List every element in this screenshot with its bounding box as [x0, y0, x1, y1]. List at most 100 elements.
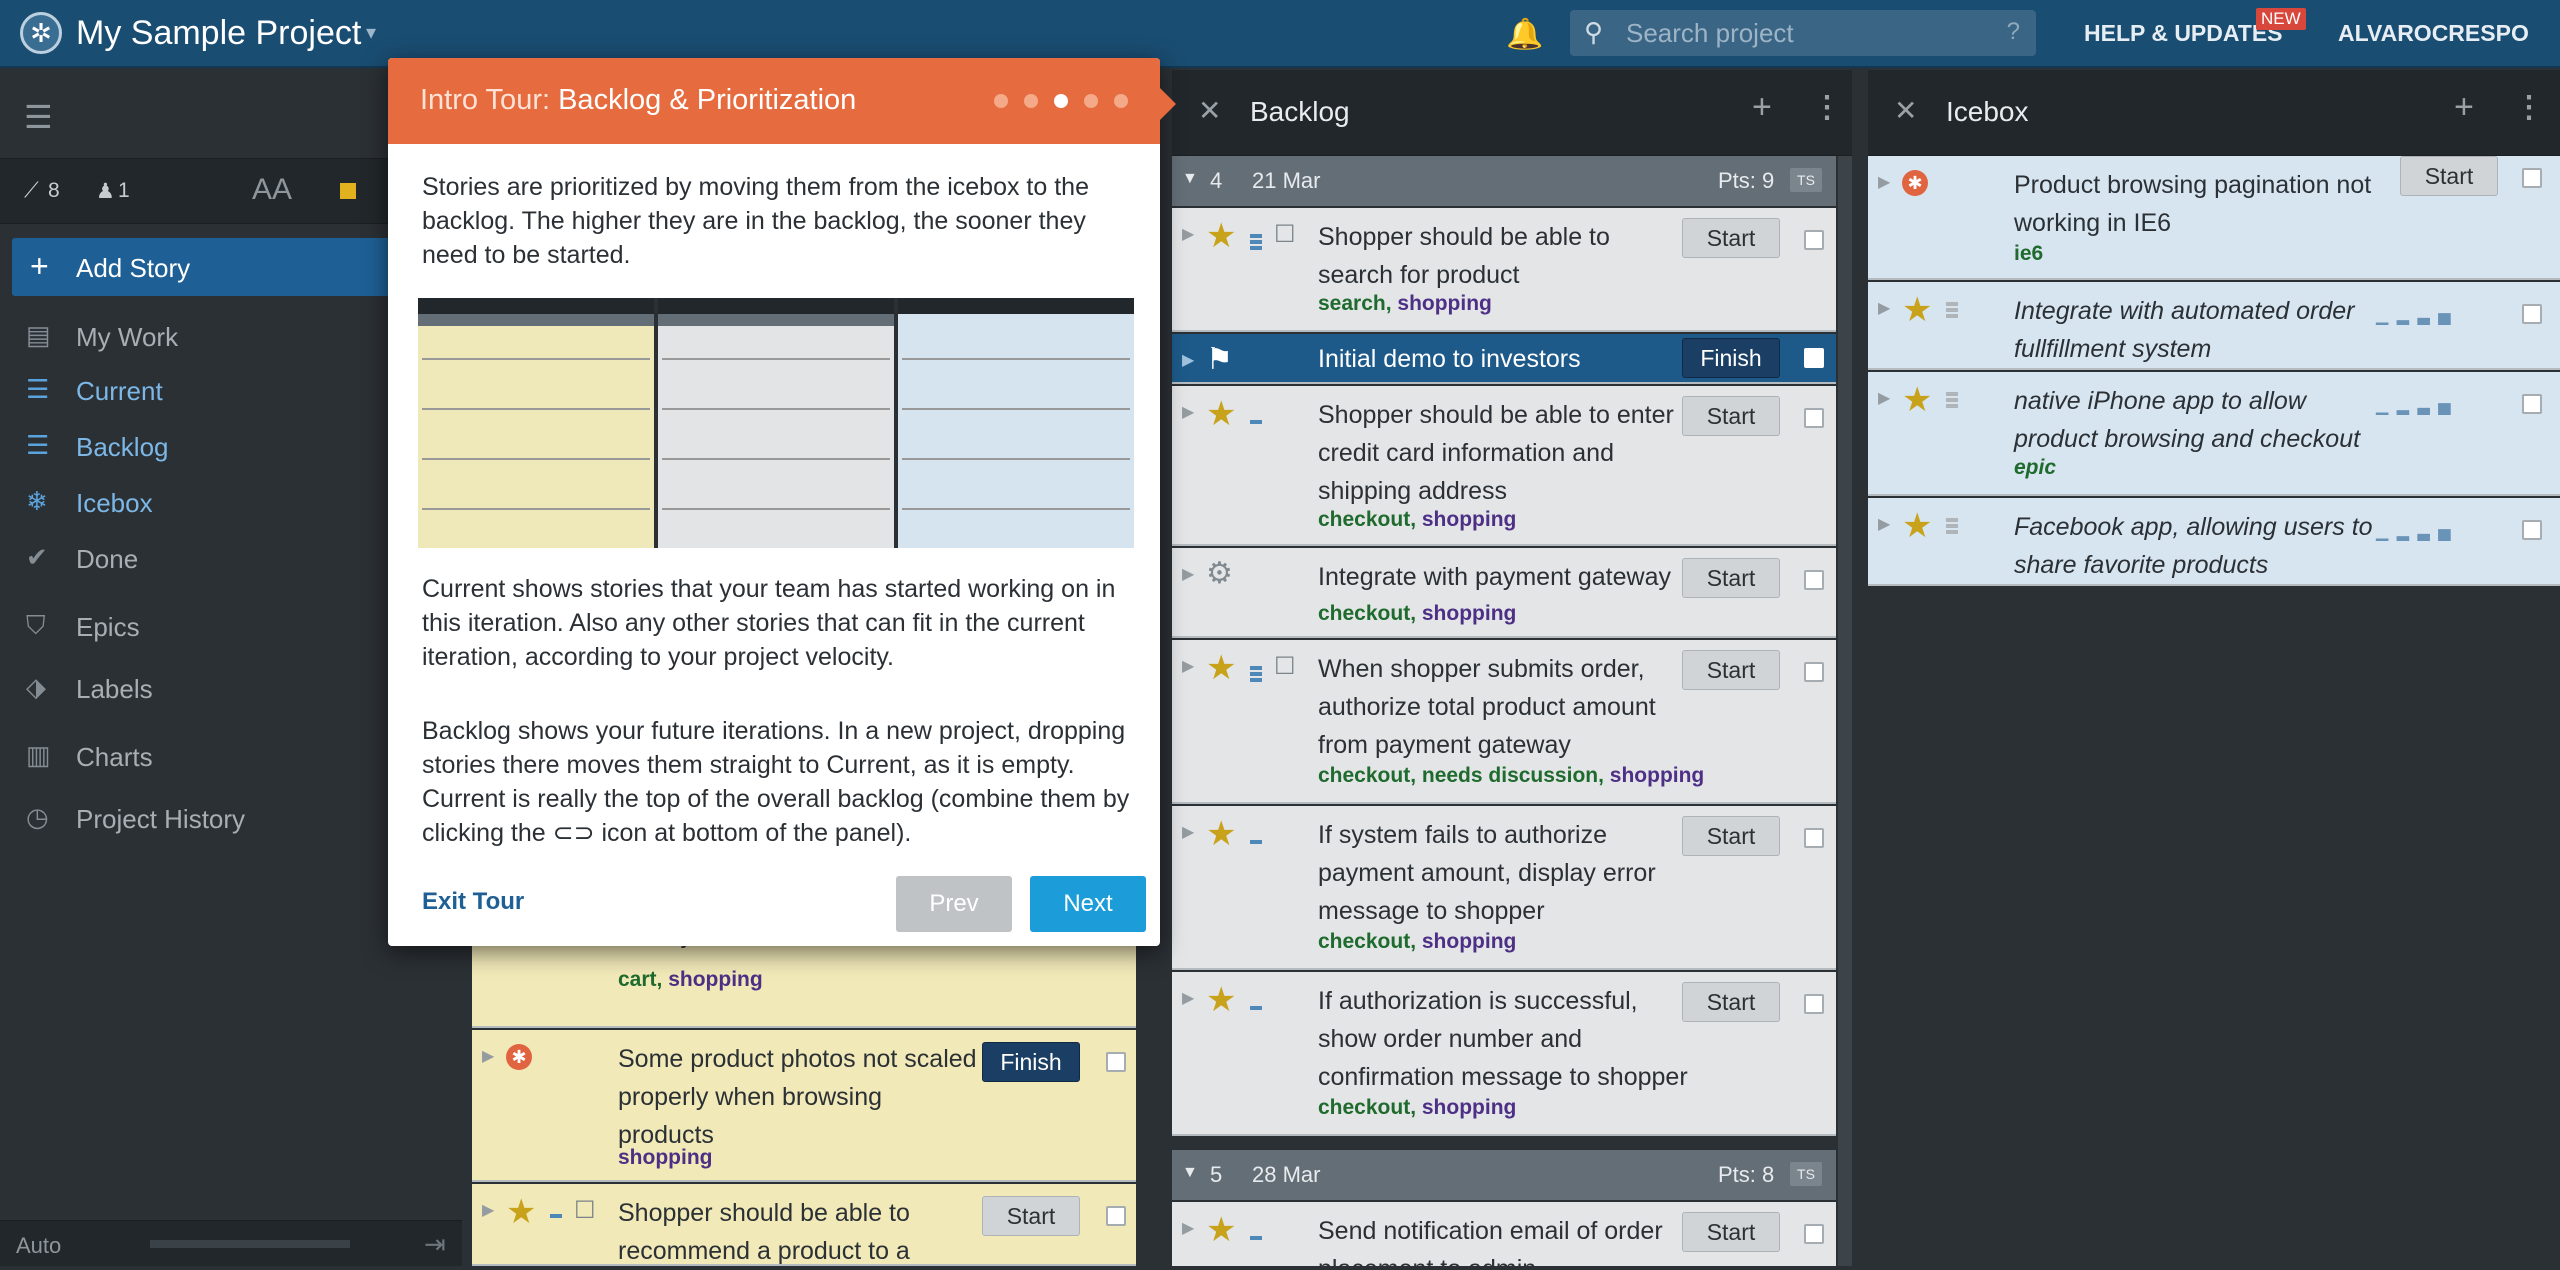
search-box[interactable]: ⚲ ? [1570, 10, 2036, 56]
finish-button[interactable]: Finish [982, 1042, 1080, 1082]
story-checkbox[interactable] [1804, 828, 1824, 848]
story-checkbox[interactable] [1804, 1224, 1824, 1244]
label-tag[interactable]: shopping [1422, 602, 1516, 625]
story-checkbox[interactable] [2522, 394, 2542, 414]
close-icon[interactable]: ✕ [1198, 94, 1221, 127]
label-tag[interactable]: checkout [1318, 602, 1410, 625]
story-card-active[interactable]: ▶ ⚑ Initial demo to investors Finish [1172, 334, 1836, 384]
label-tag[interactable]: checkout [1318, 1096, 1410, 1119]
finish-button[interactable]: Finish [1682, 338, 1780, 378]
exit-tour-link[interactable]: Exit Tour [422, 888, 524, 916]
help-updates-link[interactable]: HELP & UPDATES [2084, 20, 2283, 47]
story-card[interactable]: ▶ ★ If authorization is successful, show… [1172, 972, 1836, 1136]
expand-icon[interactable]: ▶ [482, 1046, 494, 1066]
more-options-icon[interactable]: ⋮ [1812, 90, 1842, 125]
label-tag[interactable]: shopping [668, 968, 762, 991]
start-button[interactable]: Start [1682, 396, 1780, 436]
tour-step-dot-active[interactable] [1054, 94, 1068, 108]
start-button[interactable]: Start [1682, 218, 1780, 258]
more-options-icon[interactable]: ⋮ [2514, 90, 2544, 125]
story-card[interactable]: ▶ ⚙ Integrate with payment gateway check… [1172, 548, 1836, 638]
label-tag[interactable]: checkout [1318, 930, 1410, 953]
label-tag[interactable]: shopping [1397, 292, 1491, 315]
color-square-icon[interactable] [340, 183, 356, 199]
label-tag[interactable]: shopping [1422, 1096, 1516, 1119]
chevron-down-icon[interactable]: ▾ [366, 20, 376, 45]
estimate-points-icon[interactable]: ▁ ▂ ▃ ▅ [2376, 396, 2453, 416]
zoom-slider[interactable] [150, 1240, 350, 1248]
collapse-icon[interactable]: ▼ [1182, 170, 1198, 188]
story-card[interactable]: ▶ ★ native iPhone app to allow product b… [1868, 372, 2560, 496]
story-card[interactable]: ▶ ★ Facebook app, allowing users to shar… [1868, 498, 2560, 586]
label-tag[interactable]: shopping [1422, 508, 1516, 531]
story-card[interactable]: ▶ ★ ☐ When shopper submits order, author… [1172, 640, 1836, 804]
expand-icon[interactable]: ▶ [482, 1200, 494, 1220]
tour-step-dot[interactable] [1024, 94, 1038, 108]
search-help-icon[interactable]: ? [2007, 18, 2020, 46]
story-checkbox[interactable] [1804, 662, 1824, 682]
label-tag[interactable]: ie6 [2014, 242, 2043, 265]
story-card[interactable]: ▶ ★ ☐ Shopper should be able to recommen… [472, 1184, 1136, 1266]
expand-icon[interactable]: ▶ [1182, 402, 1194, 422]
expand-icon[interactable]: ▶ [1182, 1218, 1194, 1238]
expand-icon[interactable]: ▶ [1182, 988, 1194, 1008]
tour-step-dot[interactable] [1084, 94, 1098, 108]
iteration-header[interactable]: ▼ 5 28 Mar Pts: 8 TS [1172, 1150, 1836, 1200]
add-icon[interactable]: + [1752, 88, 1772, 127]
user-menu[interactable]: ALVAROCRESPO [2338, 20, 2529, 47]
add-icon[interactable]: + [2454, 88, 2474, 127]
label-tag[interactable]: cart [618, 968, 657, 991]
backlog-scrollbar[interactable] [1838, 156, 1852, 1266]
collapse-icon[interactable]: ▼ [1182, 1164, 1198, 1182]
team-strength-button[interactable]: TS [1790, 1162, 1822, 1186]
bell-icon[interactable]: 🔔 [1506, 17, 1543, 52]
expand-icon[interactable]: ▶ [1182, 822, 1194, 842]
expand-icon[interactable]: ▶ [1182, 350, 1194, 370]
story-card[interactable]: ▶ ★ Shopper should be able to enter cred… [1172, 386, 1836, 546]
start-button[interactable]: Start [1682, 650, 1780, 690]
start-button[interactable]: Start [982, 1196, 1080, 1236]
label-tag[interactable]: search [1318, 292, 1386, 315]
start-button[interactable]: Start [1682, 816, 1780, 856]
label-tag[interactable]: shopping [1422, 930, 1516, 953]
label-tag[interactable]: shopping [1610, 764, 1704, 787]
project-name[interactable]: My Sample Project [76, 12, 361, 54]
tracker-logo-icon[interactable]: ✲ [20, 12, 62, 54]
story-checkbox[interactable] [1106, 1206, 1126, 1226]
auto-zoom-label[interactable]: Auto [16, 1233, 61, 1259]
start-button[interactable]: Start [1682, 558, 1780, 598]
expand-icon[interactable]: ▶ [1878, 388, 1890, 408]
story-card[interactable]: ▶ ★ Send notification email of order pla… [1172, 1202, 1836, 1266]
expand-icon[interactable]: ▶ [1878, 298, 1890, 318]
start-button[interactable]: Start [1682, 1212, 1780, 1252]
story-checkbox[interactable] [1804, 348, 1824, 368]
estimate-points-icon[interactable]: ▁ ▂ ▃ ▅ [2376, 522, 2453, 542]
expand-icon[interactable]: ▶ [1878, 514, 1890, 534]
story-checkbox[interactable] [2522, 520, 2542, 540]
expand-icon[interactable]: ▶ [1878, 172, 1890, 192]
start-button[interactable]: Start [1682, 982, 1780, 1022]
expand-icon[interactable]: ▶ [1182, 224, 1194, 244]
font-size-toggle[interactable]: AA [252, 173, 292, 207]
iteration-header[interactable]: ▼ 4 21 Mar Pts: 9 TS [1172, 156, 1836, 206]
close-icon[interactable]: ✕ [1894, 94, 1917, 127]
next-button[interactable]: Next [1030, 876, 1146, 932]
story-checkbox[interactable] [1804, 230, 1824, 250]
label-tag[interactable]: needs discussion [1422, 764, 1598, 787]
story-checkbox[interactable] [2522, 168, 2542, 188]
story-card[interactable]: ▶ ✱ Some product photos not scaled prope… [472, 1030, 1136, 1182]
prev-button[interactable]: Prev [896, 876, 1012, 932]
label-tag[interactable]: checkout [1318, 764, 1410, 787]
story-checkbox[interactable] [2522, 304, 2542, 324]
story-checkbox[interactable] [1804, 570, 1824, 590]
story-checkbox[interactable] [1804, 408, 1824, 428]
story-card[interactable]: ▶ ✱ Product browsing pagination not work… [1868, 156, 2560, 280]
estimate-points-icon[interactable]: ▁ ▂ ▃ ▅ [2376, 306, 2453, 326]
search-input[interactable] [1624, 18, 1984, 48]
label-tag[interactable]: epic [2014, 456, 2056, 479]
story-card[interactable]: ▶ ★ Integrate with automated order fullf… [1868, 282, 2560, 370]
story-card[interactable]: ▶ ★ If system fails to authorize payment… [1172, 806, 1836, 970]
tour-step-dot[interactable] [994, 94, 1008, 108]
arrow-right-icon[interactable]: ⇥ [424, 1229, 446, 1260]
label-tag[interactable]: shopping [618, 1146, 712, 1169]
